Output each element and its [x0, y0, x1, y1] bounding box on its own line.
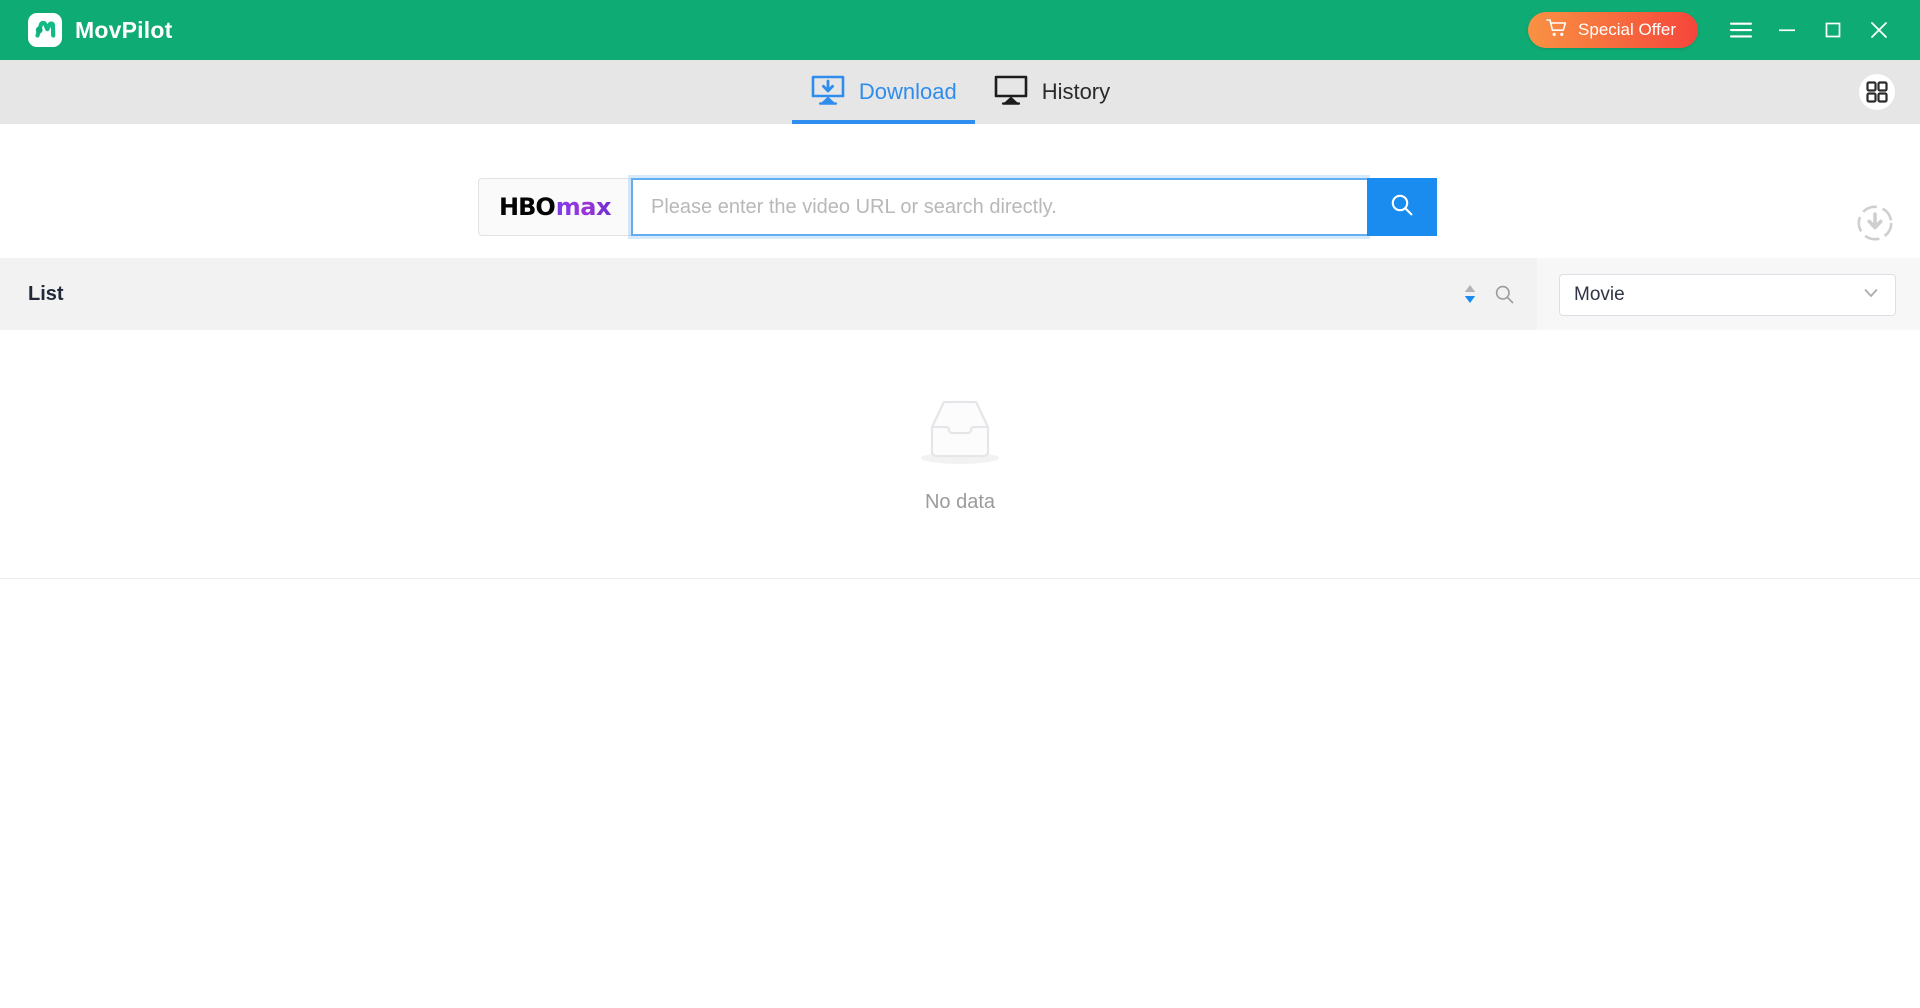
content-divider [0, 578, 1920, 579]
tab-download-label: Download [858, 79, 957, 104]
list-tools [1462, 283, 1515, 305]
title-bar: MovPilot Special Offer [0, 0, 1920, 60]
special-offer-label: Special Offer [1578, 20, 1676, 39]
download-monitor-icon [810, 74, 846, 111]
hbomax-logo-o: O [535, 193, 555, 221]
content-type-select[interactable]: Movie [1559, 274, 1896, 316]
list-header-left-panel: List [0, 258, 1537, 330]
hbomax-logo-hb: HB [499, 193, 536, 221]
grid-apps-icon[interactable] [1859, 74, 1895, 110]
tab-download[interactable]: Download [791, 60, 975, 124]
search-input[interactable] [631, 178, 1367, 236]
tab-history-label: History [1041, 79, 1111, 104]
hbomax-logo-max: max [555, 193, 612, 221]
search-icon [1389, 192, 1415, 223]
search-submit-button[interactable] [1367, 178, 1437, 236]
list-search-icon[interactable] [1494, 284, 1515, 305]
monitor-icon [993, 74, 1029, 111]
hamburger-menu-icon[interactable] [1718, 8, 1764, 52]
maximize-icon[interactable] [1810, 8, 1856, 52]
platform-selector-hbomax[interactable]: HB O max [478, 178, 631, 236]
content-type-value: Movie [1574, 284, 1625, 305]
empty-inbox-icon [911, 394, 1009, 475]
app-name: MovPilot [75, 16, 173, 43]
chevron-down-icon [1861, 283, 1881, 308]
empty-state-label: No data [924, 491, 996, 513]
app-brand: MovPilot [28, 13, 172, 47]
tab-history[interactable]: History [975, 60, 1128, 124]
search-bar: HB O max [478, 178, 1437, 236]
close-icon[interactable] [1856, 8, 1902, 52]
list-content-area: No data [0, 330, 1920, 578]
hbomax-logo-icon: HB O max [499, 193, 611, 221]
shopping-cart-icon [1546, 18, 1568, 43]
main-tab-bar: Download History [0, 60, 1920, 124]
list-header-bar: List Movie [0, 258, 1920, 330]
list-title: List [28, 282, 64, 305]
movpilot-logo-icon [28, 13, 62, 47]
download-progress-icon[interactable] [1854, 202, 1896, 244]
special-offer-button[interactable]: Special Offer [1528, 12, 1698, 48]
sort-arrows-icon[interactable] [1462, 283, 1478, 305]
titlebar-right-controls: Special Offer [1528, 8, 1920, 52]
minimize-icon[interactable] [1764, 8, 1810, 52]
